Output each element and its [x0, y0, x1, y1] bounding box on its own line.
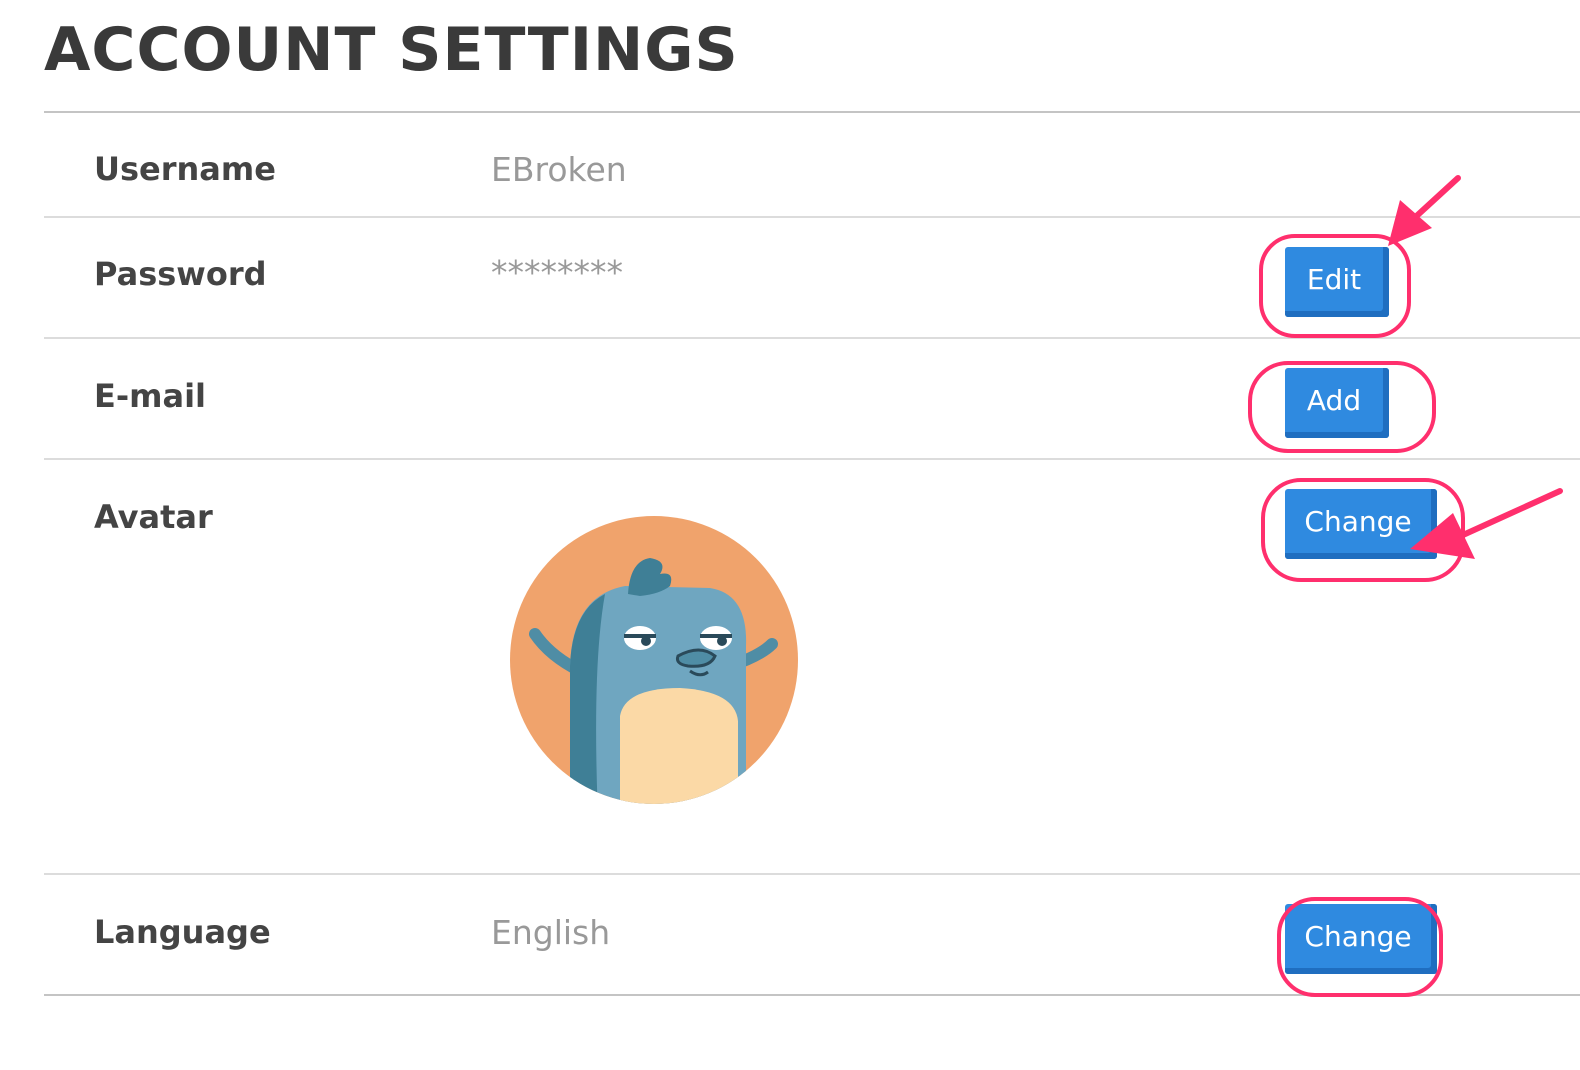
platypus-avatar-image: [510, 516, 798, 804]
bottom-divider: [44, 994, 1580, 996]
row-divider: [44, 458, 1580, 460]
change-avatar-button[interactable]: Change: [1285, 489, 1437, 559]
row-divider: [44, 873, 1580, 875]
password-value: ********: [491, 253, 623, 292]
language-label: Language: [94, 913, 271, 951]
edit-password-button[interactable]: Edit: [1285, 247, 1389, 317]
arrow-pointer-icon: [1388, 175, 1461, 246]
avatar-label: Avatar: [94, 498, 213, 536]
password-label: Password: [94, 255, 267, 293]
avatar: [510, 516, 798, 804]
username-label: Username: [94, 150, 276, 188]
language-value: English: [491, 913, 611, 952]
row-divider: [44, 216, 1580, 218]
page-title: ACCOUNT SETTINGS: [44, 15, 739, 85]
username-value: EBroken: [491, 150, 627, 189]
change-language-button[interactable]: Change: [1285, 904, 1437, 974]
row-divider: [44, 337, 1580, 339]
title-divider: [44, 111, 1580, 113]
email-label: E-mail: [94, 377, 207, 415]
add-email-button[interactable]: Add: [1285, 368, 1389, 438]
